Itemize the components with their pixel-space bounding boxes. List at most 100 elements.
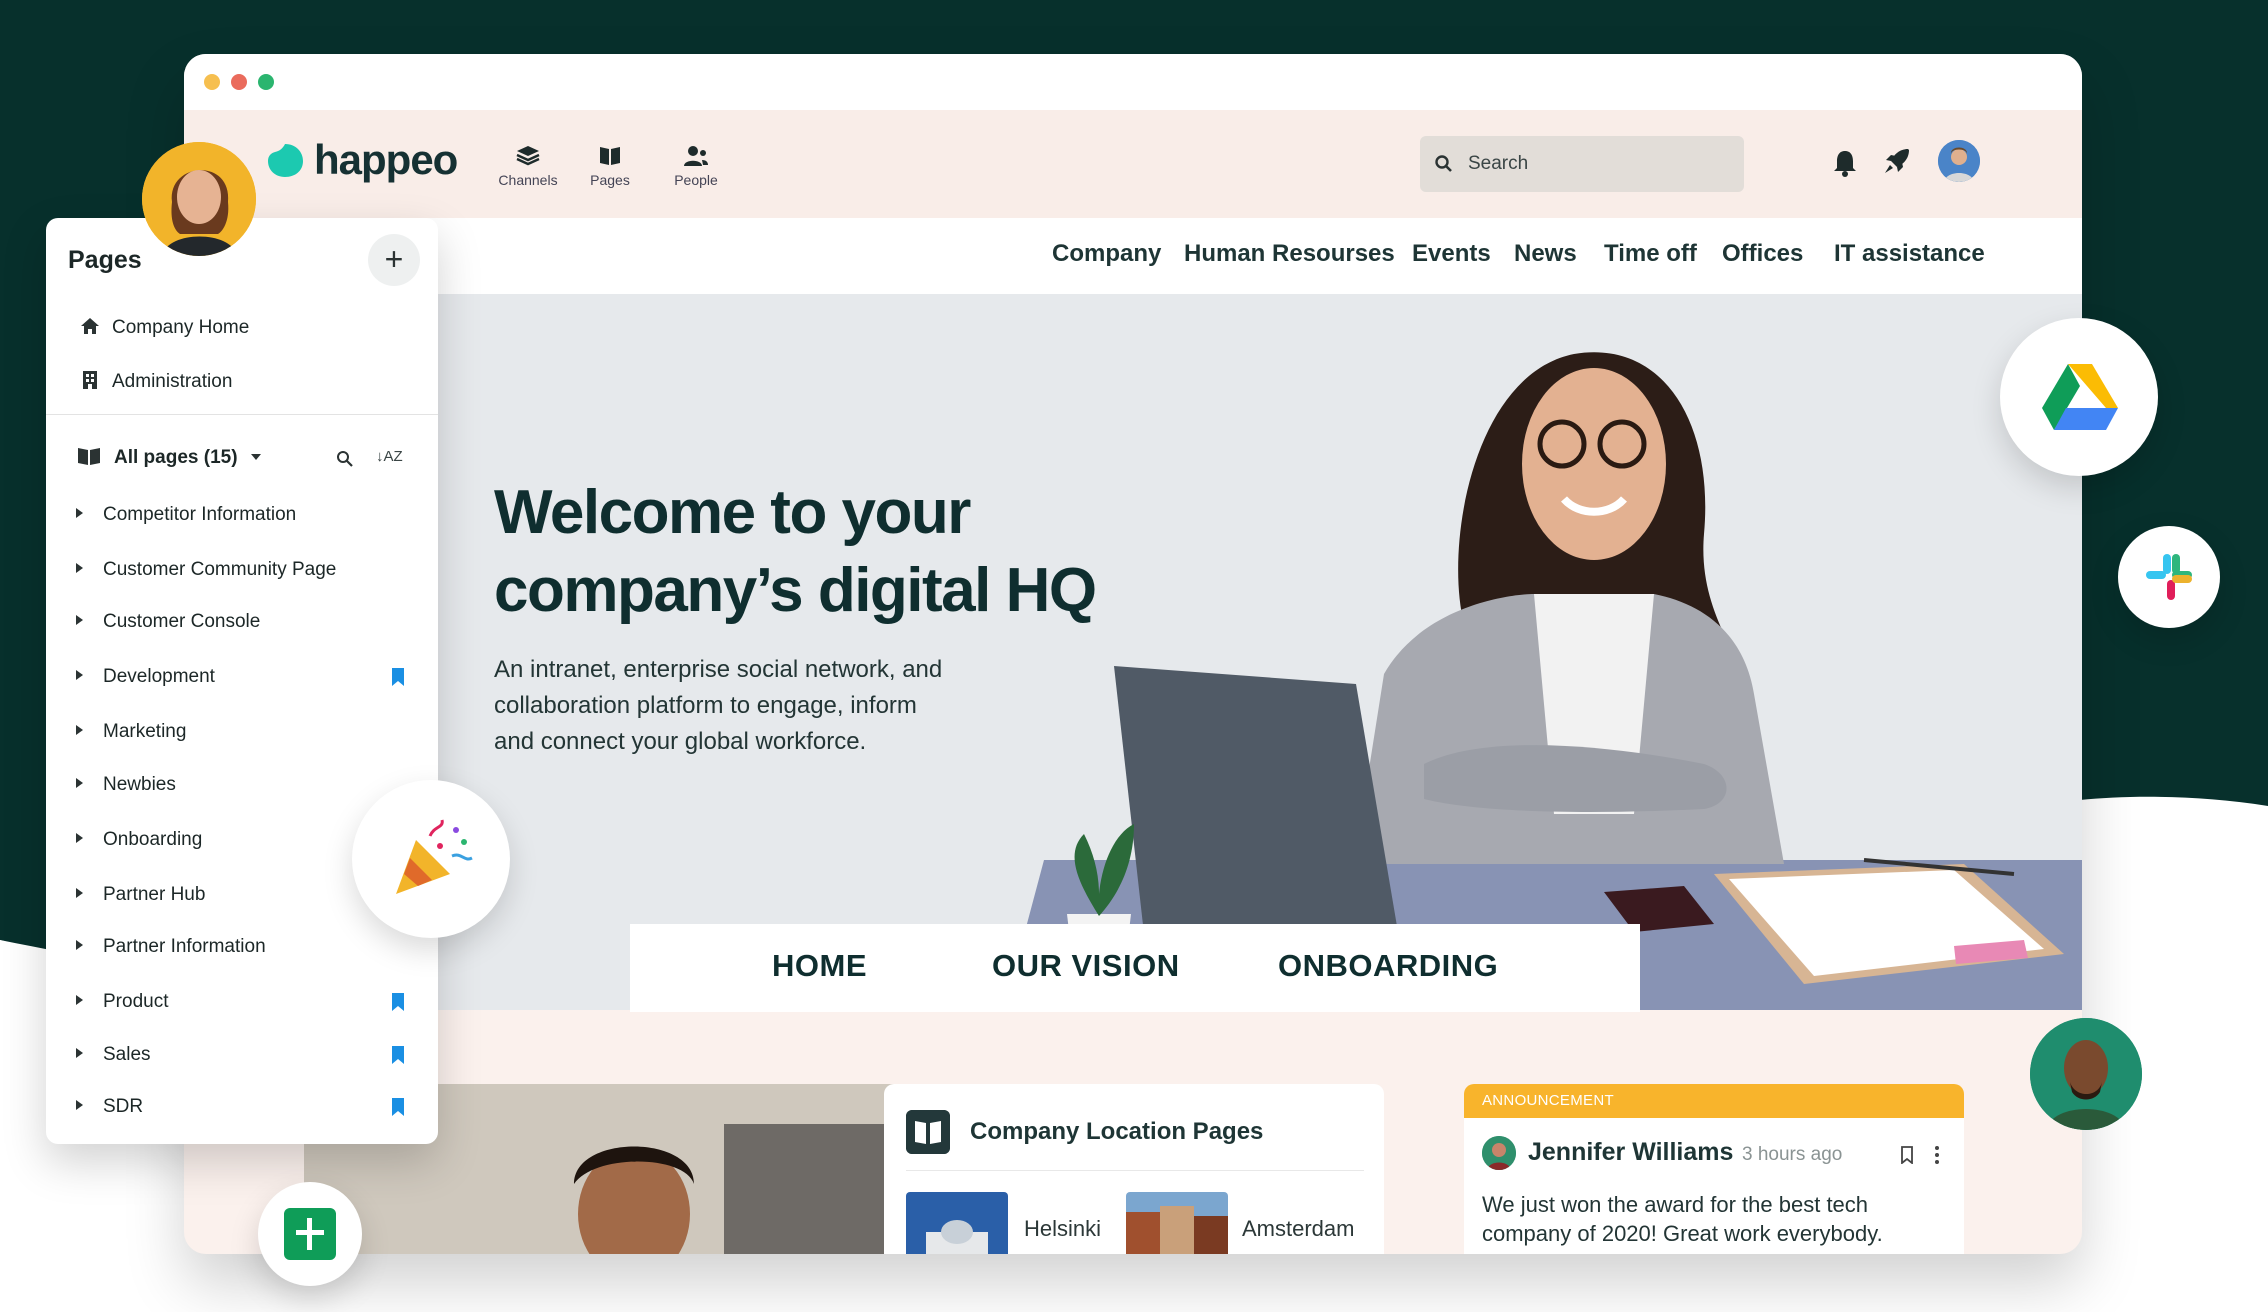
page-item[interactable]: Competitor Information <box>76 504 296 526</box>
bookmark-icon[interactable] <box>392 1046 404 1064</box>
post-time: 3 hours ago <box>1742 1144 1843 1165</box>
expand-arrow-icon[interactable] <box>76 615 83 625</box>
layers-icon <box>516 146 540 166</box>
author-avatar[interactable] <box>1482 1136 1516 1170</box>
page-item[interactable]: Development <box>76 666 215 688</box>
brand-name[interactable]: happeo <box>314 136 458 184</box>
google-drive-widget[interactable] <box>2000 318 2158 476</box>
nav-offices[interactable]: Offices <box>1722 240 1803 268</box>
location-pages-card[interactable]: Company Location Pages Helsinki Amsterda… <box>884 1084 1384 1254</box>
user-avatar <box>2030 1018 2142 1130</box>
page-item[interactable]: Sales <box>76 1044 151 1066</box>
search-icon[interactable] <box>336 450 354 468</box>
topnav-people[interactable]: People <box>656 144 736 188</box>
page-label: Sales <box>103 1044 151 1065</box>
book-icon <box>78 448 100 465</box>
page-item[interactable]: Newbies <box>76 774 176 796</box>
bookmark-icon[interactable] <box>392 668 404 686</box>
topnav-label: Channels <box>498 172 558 188</box>
page-label: Customer Community Page <box>103 559 337 580</box>
expand-arrow-icon[interactable] <box>76 670 83 680</box>
tab-home[interactable]: HOME <box>772 948 867 984</box>
nav-it-assistance[interactable]: IT assistance <box>1834 240 1985 268</box>
nav-events[interactable]: Events <box>1412 240 1491 268</box>
announcement-tag: ANNOUNCEMENT <box>1464 1084 1964 1118</box>
hero-title-line: Welcome to your <box>494 478 971 547</box>
slack-widget[interactable] <box>2118 526 2220 628</box>
bookmark-icon[interactable] <box>1900 1146 1914 1164</box>
author-name[interactable]: Jennifer Williams <box>1528 1138 1733 1167</box>
page-item[interactable]: Onboarding <box>76 829 202 851</box>
celebration-widget[interactable] <box>352 780 510 938</box>
page-item[interactable]: Partner Hub <box>76 884 205 906</box>
rocket-icon[interactable] <box>1882 146 1912 178</box>
google-sheets-widget[interactable] <box>258 1182 362 1286</box>
nav-company[interactable]: Company <box>1052 240 1161 268</box>
page-label: Partner Information <box>103 936 266 957</box>
page-item[interactable]: Customer Console <box>76 611 260 633</box>
window-titlebar <box>184 54 2082 110</box>
administration-link[interactable]: Administration <box>80 370 232 393</box>
expand-arrow-icon[interactable] <box>76 563 83 573</box>
location-name[interactable]: Helsinki <box>1024 1216 1101 1242</box>
page-item[interactable]: Partner Information <box>76 936 266 958</box>
page-label: Partner Hub <box>103 884 206 905</box>
topnav-label: People <box>674 172 718 188</box>
bookmark-icon[interactable] <box>392 1098 404 1116</box>
minimize-dot[interactable] <box>204 74 220 90</box>
page-tabs: HOME OUR VISION ONBOARDING <box>630 924 1640 1012</box>
announcement-message: We just won the award for the best tech … <box>1482 1190 1932 1248</box>
all-pages-dropdown[interactable]: All pages (15) <box>76 446 261 469</box>
helsinki-thumbnail[interactable] <box>906 1192 1008 1254</box>
more-options-icon[interactable] <box>1934 1144 1940 1166</box>
expand-arrow-icon[interactable] <box>76 508 83 518</box>
close-dot[interactable] <box>231 74 247 90</box>
expand-arrow-icon[interactable] <box>76 888 83 898</box>
company-home-link[interactable]: Company Home <box>80 316 249 339</box>
page-label: SDR <box>103 1096 144 1117</box>
expand-arrow-icon[interactable] <box>76 1100 83 1110</box>
expand-arrow-icon[interactable] <box>76 995 83 1005</box>
book-icon <box>600 147 620 165</box>
location-name[interactable]: Amsterdam <box>1242 1216 1354 1242</box>
people-icon <box>684 146 708 166</box>
panel-divider <box>46 414 438 415</box>
sort-az-button[interactable]: ↓AZ <box>376 448 403 465</box>
expand-arrow-icon[interactable] <box>76 778 83 788</box>
nav-news[interactable]: News <box>1514 240 1577 268</box>
happeo-logo-icon[interactable] <box>266 142 304 178</box>
page-label: Product <box>103 991 169 1012</box>
pages-panel: Pages + Company Home Administration All … <box>46 218 438 1144</box>
page-item[interactable]: Product <box>76 991 168 1013</box>
book-icon <box>906 1110 950 1154</box>
tab-our-vision[interactable]: OUR VISION <box>992 948 1180 984</box>
topnav-pages[interactable]: Pages <box>570 144 650 188</box>
nav-time-off[interactable]: Time off <box>1604 240 1697 268</box>
expand-arrow-icon[interactable] <box>76 1048 83 1058</box>
page-label: Development <box>103 666 215 687</box>
all-pages-label: All pages (15) <box>114 447 238 468</box>
amsterdam-thumbnail[interactable] <box>1126 1192 1228 1254</box>
maximize-dot[interactable] <box>258 74 274 90</box>
bookmark-icon[interactable] <box>392 993 404 1011</box>
expand-arrow-icon[interactable] <box>76 833 83 843</box>
page-item[interactable]: SDR <box>76 1096 143 1118</box>
topnav-channels[interactable]: Channels <box>488 144 568 188</box>
expand-arrow-icon[interactable] <box>76 940 83 950</box>
page-item[interactable]: Customer Community Page <box>76 559 336 581</box>
search-icon <box>1435 155 1452 172</box>
page-item[interactable]: Marketing <box>76 721 186 743</box>
card-title: Company Location Pages <box>970 1118 1264 1145</box>
hero-title: Welcome to your company’s digital HQ <box>494 474 1194 630</box>
user-avatar[interactable] <box>1938 140 1980 182</box>
announcement-card[interactable]: ANNOUNCEMENT Jennifer Williams 3 hours a… <box>1464 1084 1964 1254</box>
add-page-button[interactable]: + <box>368 234 420 286</box>
nav-human-resources[interactable]: Human Resourses <box>1184 240 1395 268</box>
bell-icon[interactable] <box>1832 148 1858 178</box>
expand-arrow-icon[interactable] <box>76 725 83 735</box>
search-input[interactable]: Search <box>1420 136 1744 192</box>
home-icon <box>81 318 99 334</box>
tab-onboarding[interactable]: ONBOARDING <box>1278 948 1498 984</box>
slack-icon <box>2146 554 2192 600</box>
link-label: Administration <box>112 371 233 392</box>
